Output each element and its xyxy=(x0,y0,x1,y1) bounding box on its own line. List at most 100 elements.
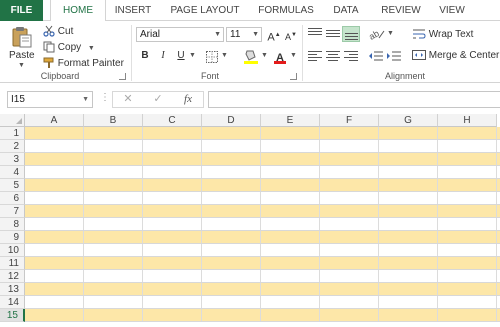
cell-d10[interactable] xyxy=(202,244,261,256)
cell-g3[interactable] xyxy=(379,153,438,165)
cell-d8[interactable] xyxy=(202,218,261,230)
align-top-icon[interactable] xyxy=(307,27,323,41)
align-center-icon[interactable] xyxy=(325,50,341,64)
italic-button[interactable]: I xyxy=(155,48,171,64)
align-bottom-icon[interactable] xyxy=(342,26,360,42)
cell-h13[interactable] xyxy=(438,283,497,295)
cell-c11[interactable] xyxy=(143,257,202,269)
cell-f5[interactable] xyxy=(320,179,379,191)
cell-b14[interactable] xyxy=(84,296,143,308)
cell-g5[interactable] xyxy=(379,179,438,191)
chevron-down-icon[interactable]: ▼ xyxy=(290,52,297,59)
cell-e1[interactable] xyxy=(261,127,320,139)
cell-b8[interactable] xyxy=(84,218,143,230)
row-header-2[interactable]: 2 xyxy=(0,140,25,153)
insert-function-icon[interactable]: fx xyxy=(177,92,199,107)
fill-color-button[interactable] xyxy=(243,48,259,64)
cell-a2[interactable] xyxy=(25,140,84,152)
cell-c9[interactable] xyxy=(143,231,202,243)
chevron-down-icon[interactable]: ▼ xyxy=(387,30,394,37)
cell-b2[interactable] xyxy=(84,140,143,152)
cell-g13[interactable] xyxy=(379,283,438,295)
cell-c3[interactable] xyxy=(143,153,202,165)
column-header-g[interactable]: G xyxy=(379,114,438,127)
row-header-7[interactable]: 7 xyxy=(0,205,25,218)
cell-c7[interactable] xyxy=(143,205,202,217)
borders-button[interactable] xyxy=(206,50,218,63)
cell-c14[interactable] xyxy=(143,296,202,308)
cell-a8[interactable] xyxy=(25,218,84,230)
cell-d11[interactable] xyxy=(202,257,261,269)
cell-e11[interactable] xyxy=(261,257,320,269)
cell-a14[interactable] xyxy=(25,296,84,308)
cell-h12[interactable] xyxy=(438,270,497,282)
cell-c2[interactable] xyxy=(143,140,202,152)
cell-h4[interactable] xyxy=(438,166,497,178)
align-right-icon[interactable] xyxy=(343,50,359,64)
row-header-8[interactable]: 8 xyxy=(0,218,25,231)
cell-h9[interactable] xyxy=(438,231,497,243)
row-header-12[interactable]: 12 xyxy=(0,270,25,283)
cell-f6[interactable] xyxy=(320,192,379,204)
cell-e3[interactable] xyxy=(261,153,320,165)
cell-a7[interactable] xyxy=(25,205,84,217)
cell-h1[interactable] xyxy=(438,127,497,139)
tab-view[interactable]: VIEW xyxy=(434,0,470,21)
cell-c8[interactable] xyxy=(143,218,202,230)
cell-d13[interactable] xyxy=(202,283,261,295)
tab-file[interactable]: FILE xyxy=(0,0,43,21)
copy-button[interactable]: Copy ▼ xyxy=(43,40,95,55)
align-left-icon[interactable] xyxy=(307,50,323,64)
cell-e6[interactable] xyxy=(261,192,320,204)
column-header-e[interactable]: E xyxy=(261,114,320,127)
cell-a1[interactable] xyxy=(25,127,84,139)
cell-f7[interactable] xyxy=(320,205,379,217)
tab-data[interactable]: DATA xyxy=(326,0,366,21)
select-all-button[interactable] xyxy=(0,114,25,127)
row-header-4[interactable]: 4 xyxy=(0,166,25,179)
column-header-c[interactable]: C xyxy=(143,114,202,127)
chevron-down-icon[interactable]: ▼ xyxy=(189,52,196,59)
chevron-down-icon[interactable]: ▼ xyxy=(261,52,268,59)
cell-c5[interactable] xyxy=(143,179,202,191)
cell-g14[interactable] xyxy=(379,296,438,308)
row-header-6[interactable]: 6 xyxy=(0,192,25,205)
column-header-h[interactable]: H xyxy=(438,114,497,127)
tab-formulas[interactable]: FORMULAS xyxy=(254,0,318,21)
cell-b10[interactable] xyxy=(84,244,143,256)
cell-b1[interactable] xyxy=(84,127,143,139)
format-painter-button[interactable]: Format Painter xyxy=(43,56,124,71)
cell-f14[interactable] xyxy=(320,296,379,308)
cell-d12[interactable] xyxy=(202,270,261,282)
column-header-a[interactable]: A xyxy=(25,114,84,127)
row-header-9[interactable]: 9 xyxy=(0,231,25,244)
cell-e2[interactable] xyxy=(261,140,320,152)
font-size-select[interactable]: 11 ▼ xyxy=(226,27,262,42)
cell-e10[interactable] xyxy=(261,244,320,256)
cell-e15[interactable] xyxy=(261,309,320,321)
cell-g2[interactable] xyxy=(379,140,438,152)
cell-d4[interactable] xyxy=(202,166,261,178)
cell-c10[interactable] xyxy=(143,244,202,256)
cell-b5[interactable] xyxy=(84,179,143,191)
row-header-15[interactable]: 15 xyxy=(0,309,25,322)
cell-g4[interactable] xyxy=(379,166,438,178)
enter-icon[interactable]: ✓ xyxy=(147,92,169,107)
font-color-button[interactable]: A xyxy=(272,48,288,64)
decrease-font-size-button[interactable]: A▼ xyxy=(283,27,299,43)
cell-g8[interactable] xyxy=(379,218,438,230)
cut-button[interactable]: Cut xyxy=(43,24,73,39)
cell-f11[interactable] xyxy=(320,257,379,269)
cell-f12[interactable] xyxy=(320,270,379,282)
cell-e14[interactable] xyxy=(261,296,320,308)
cell-a15[interactable] xyxy=(25,309,84,321)
cell-h8[interactable] xyxy=(438,218,497,230)
cell-c4[interactable] xyxy=(143,166,202,178)
cell-h6[interactable] xyxy=(438,192,497,204)
tab-review[interactable]: REVIEW xyxy=(376,0,426,21)
cell-a13[interactable] xyxy=(25,283,84,295)
row-header-13[interactable]: 13 xyxy=(0,283,25,296)
column-header-d[interactable]: D xyxy=(202,114,261,127)
name-box[interactable]: I15 ▼ xyxy=(7,91,93,108)
cell-c1[interactable] xyxy=(143,127,202,139)
